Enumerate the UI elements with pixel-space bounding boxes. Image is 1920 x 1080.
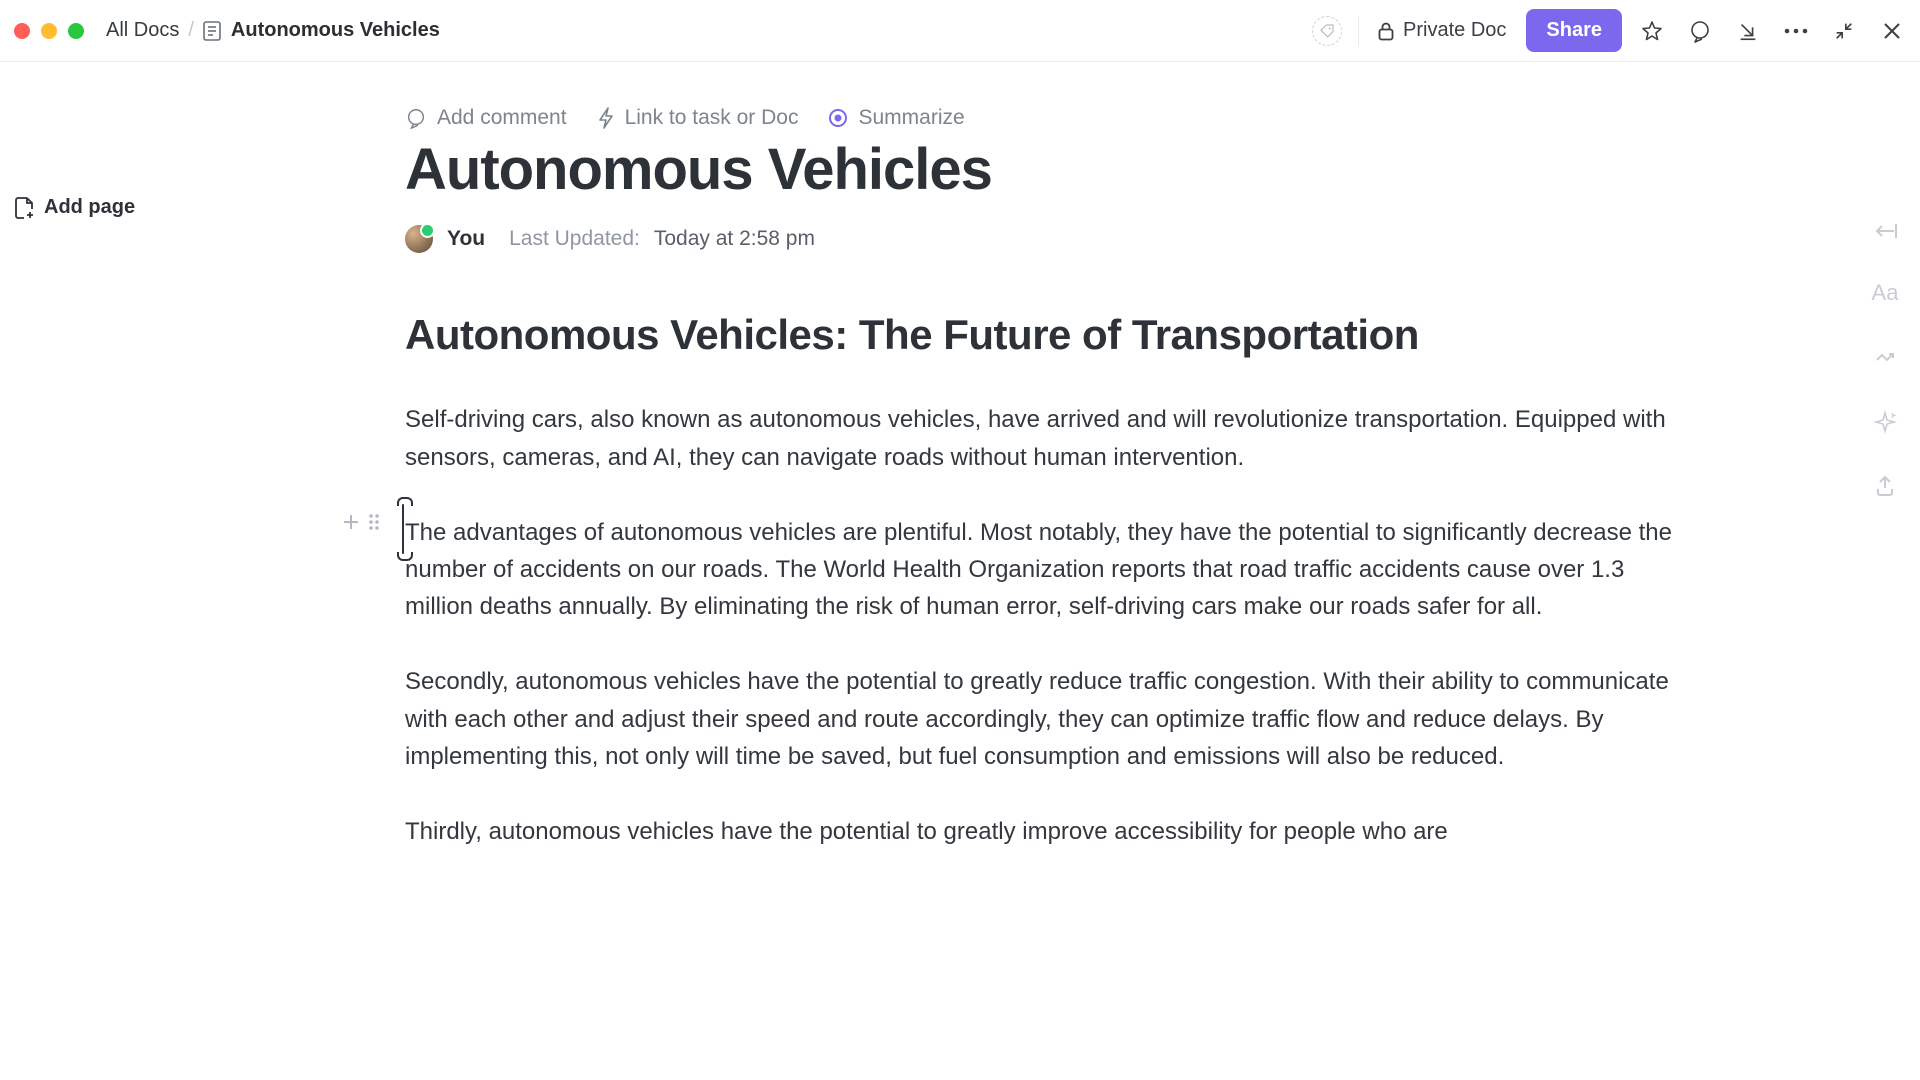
close-button[interactable]: [1878, 17, 1906, 45]
paragraph-2[interactable]: The advantages of autonomous vehicles ar…: [405, 514, 1690, 626]
document-area[interactable]: Add comment Link to task or Doc Summariz…: [260, 62, 1850, 1080]
tag-icon: [1319, 23, 1335, 39]
ellipsis-icon: [1783, 27, 1809, 35]
add-comment-action[interactable]: Add comment: [405, 106, 567, 130]
link-task-label: Link to task or Doc: [625, 106, 799, 130]
lock-icon: [1377, 21, 1395, 41]
paragraph-block[interactable]: Secondly, autonomous vehicles have the p…: [405, 663, 1690, 775]
lightning-icon: [597, 107, 615, 129]
close-icon: [1882, 21, 1902, 41]
comments-button[interactable]: [1686, 17, 1714, 45]
doc-action-row: Add comment Link to task or Doc Summariz…: [405, 106, 1690, 130]
last-updated-label: Last Updated:: [509, 227, 640, 251]
window-minimize-icon[interactable]: [41, 23, 57, 39]
paragraph-4[interactable]: Thirdly, autonomous vehicles have the po…: [405, 813, 1690, 850]
add-comment-label: Add comment: [437, 106, 567, 130]
breadcrumb-separator: /: [188, 19, 194, 42]
paragraph-1[interactable]: Self-driving cars, also known as autonom…: [405, 401, 1690, 475]
divider: [1358, 16, 1359, 46]
expand-left-icon: [1872, 222, 1898, 240]
plus-icon: [341, 512, 361, 532]
add-page-icon: [14, 197, 34, 219]
add-block-button[interactable]: [341, 512, 361, 532]
paragraph-block[interactable]: Thirdly, autonomous vehicles have the po…: [405, 813, 1690, 850]
arrow-down-right-icon: [1737, 20, 1759, 42]
collapse-icon: [1833, 20, 1855, 42]
right-rail: Aa: [1850, 62, 1920, 1080]
avatar[interactable]: [405, 225, 433, 253]
rail-activity-button[interactable]: [1873, 346, 1897, 370]
share-button[interactable]: Share: [1526, 9, 1622, 52]
top-bar: All Docs / Autonomous Vehicles: [0, 0, 1920, 62]
drag-handle[interactable]: [367, 512, 381, 532]
comment-icon: [405, 107, 427, 129]
privacy-label: Private Doc: [1403, 19, 1506, 42]
add-page-label: Add page: [44, 196, 135, 219]
open-tray-button[interactable]: [1734, 17, 1762, 45]
breadcrumb-current-label: Autonomous Vehicles: [231, 19, 440, 42]
drag-handle-icon: [367, 512, 381, 532]
more-menu-button[interactable]: [1782, 17, 1810, 45]
add-tag-button[interactable]: [1312, 16, 1342, 46]
collapse-button[interactable]: [1830, 17, 1858, 45]
rail-expand-left-button[interactable]: [1872, 222, 1898, 240]
summarize-icon: [828, 108, 848, 128]
rail-export-button[interactable]: [1873, 474, 1897, 498]
topbar-icon-group: [1638, 17, 1906, 45]
page-title[interactable]: Autonomous Vehicles: [405, 140, 1690, 201]
paragraph-block[interactable]: Self-driving cars, also known as autonom…: [405, 401, 1690, 475]
privacy-toggle[interactable]: Private Doc: [1377, 19, 1506, 42]
window-zoom-icon[interactable]: [68, 23, 84, 39]
window-close-icon[interactable]: [14, 23, 30, 39]
export-icon: [1873, 474, 1897, 498]
doc-icon: [203, 21, 221, 41]
summarize-label: Summarize: [858, 106, 964, 130]
heading-1[interactable]: Autonomous Vehicles: The Future of Trans…: [405, 309, 1690, 362]
byline: You Last Updated: Today at 2:58 pm: [405, 225, 1690, 253]
text-cursor-icon: [402, 504, 404, 554]
breadcrumb-current[interactable]: Autonomous Vehicles: [203, 19, 440, 42]
breadcrumb-root[interactable]: All Docs: [106, 19, 179, 42]
summarize-action[interactable]: Summarize: [828, 106, 964, 130]
chat-bubble-icon: [1688, 19, 1712, 43]
rail-ai-button[interactable]: [1873, 410, 1897, 434]
link-task-action[interactable]: Link to task or Doc: [597, 106, 799, 130]
author-name[interactable]: You: [447, 227, 485, 251]
activity-icon: [1873, 346, 1897, 370]
star-icon: [1640, 19, 1664, 43]
breadcrumb: All Docs / Autonomous Vehicles: [106, 19, 440, 42]
paragraph-block[interactable]: The advantages of autonomous vehicles ar…: [405, 514, 1690, 626]
sparkle-icon: [1873, 410, 1897, 434]
window-traffic-lights: [14, 23, 84, 39]
left-rail: Add page: [0, 62, 250, 1080]
add-page-button[interactable]: Add page: [14, 196, 135, 219]
last-updated-value: Today at 2:58 pm: [654, 227, 815, 251]
favorite-button[interactable]: [1638, 17, 1666, 45]
doc-content[interactable]: Autonomous Vehicles: The Future of Trans…: [405, 309, 1690, 850]
rail-typography-button[interactable]: Aa: [1872, 280, 1899, 306]
paragraph-3[interactable]: Secondly, autonomous vehicles have the p…: [405, 663, 1690, 775]
block-gutter: [341, 512, 381, 532]
